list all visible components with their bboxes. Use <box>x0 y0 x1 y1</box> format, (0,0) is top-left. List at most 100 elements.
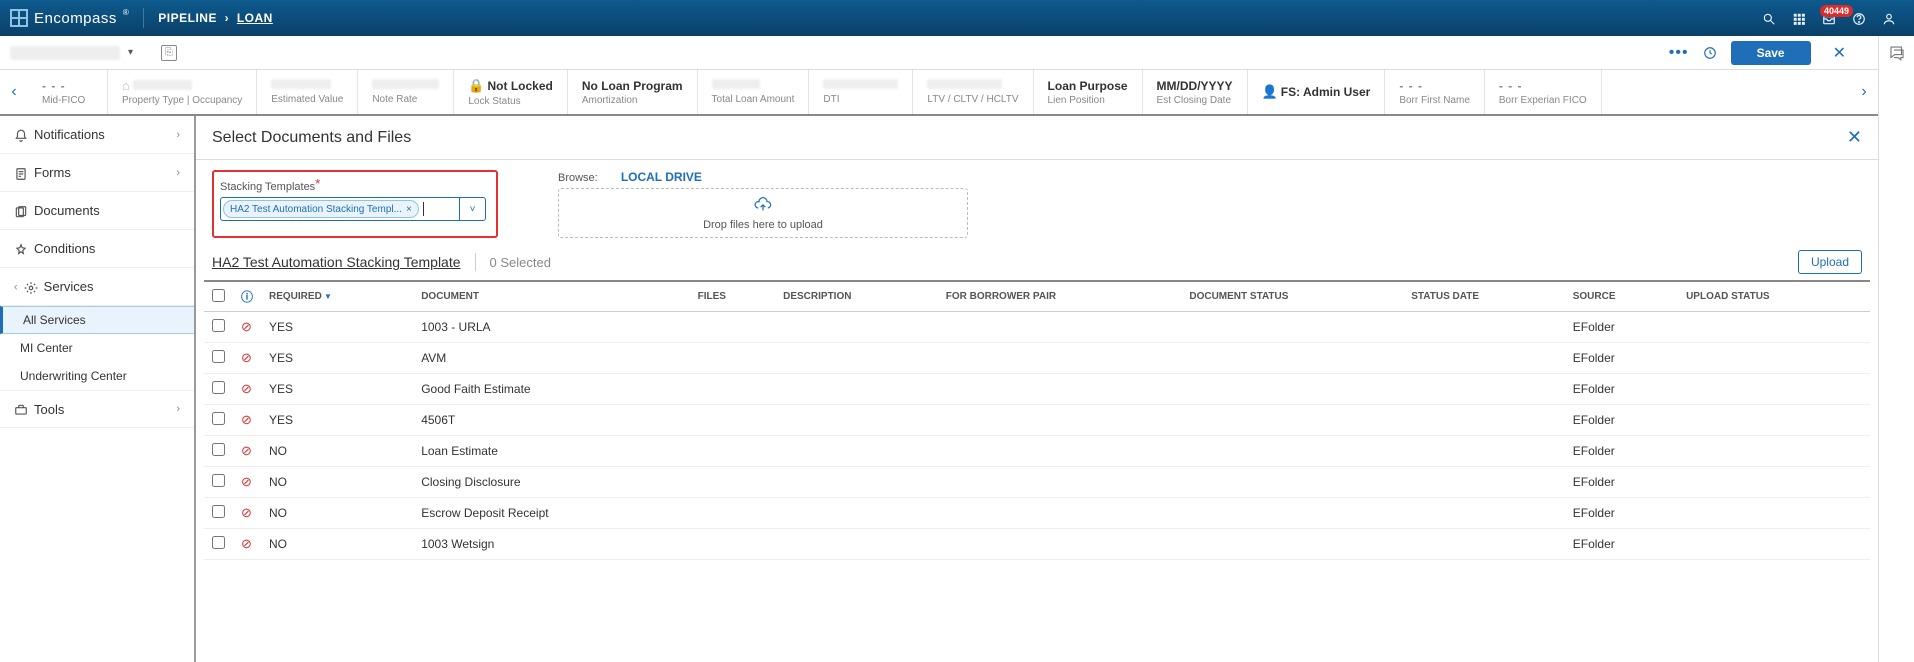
help-icon[interactable] <box>1844 10 1874 27</box>
selected-count: 0 Selected <box>490 255 551 270</box>
loan-card-icon[interactable]: ⎘ <box>161 45 177 61</box>
cell-required: NO <box>261 467 413 498</box>
app-header: Encompass ® PIPELINE › LOAN 40449 <box>0 0 1914 36</box>
cell-source: EFolder <box>1565 374 1678 405</box>
upload-button[interactable]: Upload <box>1798 250 1862 274</box>
nav-label: Documents <box>34 203 100 218</box>
nav-mi-center[interactable]: MI Center <box>0 334 194 362</box>
inbox-icon[interactable]: 40449 <box>1814 10 1844 27</box>
scroll-right-icon[interactable]: › <box>1850 70 1878 114</box>
forms-icon <box>14 164 34 180</box>
chevron-right-icon: › <box>176 129 180 141</box>
info-cell: No Loan ProgramAmortization <box>568 70 698 114</box>
table-row[interactable]: ⊘YES4506TEFolder <box>204 405 1870 436</box>
row-checkbox[interactable] <box>212 319 225 332</box>
more-actions-icon[interactable]: ••• <box>1669 44 1689 62</box>
scroll-left-icon[interactable]: ‹ <box>0 70 28 114</box>
warning-icon: ⊘ <box>241 474 252 489</box>
row-checkbox[interactable] <box>212 505 225 518</box>
breadcrumb-pipeline[interactable]: PIPELINE <box>158 11 217 25</box>
table-row[interactable]: ⊘YES1003 - URLAEFolder <box>204 312 1870 343</box>
cell-document: Good Faith Estimate <box>413 374 689 405</box>
brand-text: Encompass <box>34 10 117 27</box>
info-cell: MM/DD/YYYYEst Closing Date <box>1143 70 1248 114</box>
right-utility-strip <box>1878 36 1914 662</box>
save-button[interactable]: Save <box>1731 41 1811 65</box>
table-row[interactable]: ⊘ NOEscrow Deposit Receipt EFolder <box>204 498 1870 529</box>
search-icon[interactable] <box>1754 10 1784 27</box>
cell-source: EFolder <box>1565 312 1678 343</box>
nav-documents[interactable]: Documents <box>0 192 194 230</box>
warning-icon: ⊘ <box>241 505 252 520</box>
remove-chip-icon[interactable]: × <box>406 204 412 215</box>
dropdown-caret-icon[interactable]: ˅ <box>459 198 485 220</box>
col-files[interactable]: FILES <box>690 281 775 312</box>
cell-source: EFolder <box>1565 405 1678 436</box>
close-loan-icon[interactable]: ✕ <box>1833 43 1846 63</box>
select-all-checkbox[interactable] <box>212 289 225 302</box>
nav-notifications[interactable]: Notifications › <box>0 116 194 154</box>
local-drive-link[interactable]: LOCAL DRIVE <box>621 170 702 184</box>
table-row[interactable]: ⊘NOLoan EstimateEFolder <box>204 436 1870 467</box>
col-doc-status[interactable]: DOCUMENT STATUS <box>1181 281 1403 312</box>
info-cell: Estimated Value <box>257 70 358 114</box>
warning-icon: ⊘ <box>241 350 252 365</box>
row-checkbox[interactable] <box>212 381 225 394</box>
nav-label: All Services <box>23 313 86 327</box>
loan-info-strip: ‹ - - -Mid-FICO⌂Property Type | Occupanc… <box>0 70 1878 116</box>
cell-source: EFolder <box>1565 498 1678 529</box>
col-for-borrower[interactable]: FOR BORROWER PAIR <box>938 281 1182 312</box>
col-status-date[interactable]: STATUS DATE <box>1403 281 1565 312</box>
nav-underwriting-center[interactable]: Underwriting Center <box>0 362 194 390</box>
table-row[interactable]: ⊘NO1003 WetsignEFolder <box>204 529 1870 560</box>
brand-logo: Encompass ® <box>10 9 129 27</box>
file-drop-zone[interactable]: Drop files here to upload <box>558 188 968 238</box>
tools-icon <box>14 401 34 417</box>
cell-required: YES <box>261 312 413 343</box>
nav-label: MI Center <box>20 341 73 355</box>
user-icon[interactable] <box>1874 10 1904 27</box>
table-row[interactable]: ⊘YESGood Faith EstimateEFolder <box>204 374 1870 405</box>
nav-tools[interactable]: Tools › <box>0 390 194 428</box>
chat-icon[interactable] <box>1888 44 1906 662</box>
table-row[interactable]: ⊘NOClosing DisclosureEFolder <box>204 467 1870 498</box>
breadcrumb-loan[interactable]: LOAN <box>237 11 273 25</box>
col-source[interactable]: SOURCE <box>1565 281 1678 312</box>
row-checkbox[interactable] <box>212 350 225 363</box>
nav-all-services[interactable]: All Services <box>0 306 194 334</box>
col-document[interactable]: DOCUMENT <box>413 281 689 312</box>
nav-label: Services <box>44 279 94 294</box>
close-panel-icon[interactable]: ✕ <box>1847 127 1862 148</box>
nav-forms[interactable]: Forms › <box>0 154 194 192</box>
cell-source: EFolder <box>1565 436 1678 467</box>
table-row[interactable]: ⊘YESAVMEFolder <box>204 343 1870 374</box>
stacking-templates-select[interactable]: HA2 Test Automation Stacking Templ... × … <box>220 197 486 221</box>
warning-icon: ⊘ <box>241 319 252 334</box>
col-description[interactable]: DESCRIPTION <box>775 281 938 312</box>
trademark: ® <box>123 8 129 17</box>
cell-document: Escrow Deposit Receipt <box>413 498 689 529</box>
row-checkbox[interactable] <box>212 536 225 549</box>
select-all-header[interactable] <box>204 281 233 312</box>
nav-label: Forms <box>34 165 71 180</box>
col-required[interactable]: REQUIRED <box>261 281 413 312</box>
cell-document: Closing Disclosure <box>413 467 689 498</box>
cell-required: YES <box>261 343 413 374</box>
browse-label: Browse: LOCAL DRIVE <box>558 170 1862 184</box>
row-checkbox[interactable] <box>212 474 225 487</box>
col-upload-status[interactable]: UPLOAD STATUS <box>1678 281 1870 312</box>
info-cell: - - -Borr Experian FICO <box>1485 70 1602 114</box>
cell-source: EFolder <box>1565 529 1678 560</box>
cell-document: Loan Estimate <box>413 436 689 467</box>
template-name-heading[interactable]: HA2 Test Automation Stacking Template <box>212 254 461 270</box>
clock-icon[interactable] <box>1703 44 1717 61</box>
nav-services[interactable]: › Services <box>0 268 194 306</box>
cell-required: NO <box>261 498 413 529</box>
nav-conditions[interactable]: Conditions <box>0 230 194 268</box>
row-checkbox[interactable] <box>212 443 225 456</box>
chevron-down-icon[interactable]: ▾ <box>128 47 133 58</box>
apps-icon[interactable] <box>1784 10 1814 27</box>
info-cell: Note Rate <box>358 70 454 114</box>
cell-required: NO <box>261 529 413 560</box>
row-checkbox[interactable] <box>212 412 225 425</box>
